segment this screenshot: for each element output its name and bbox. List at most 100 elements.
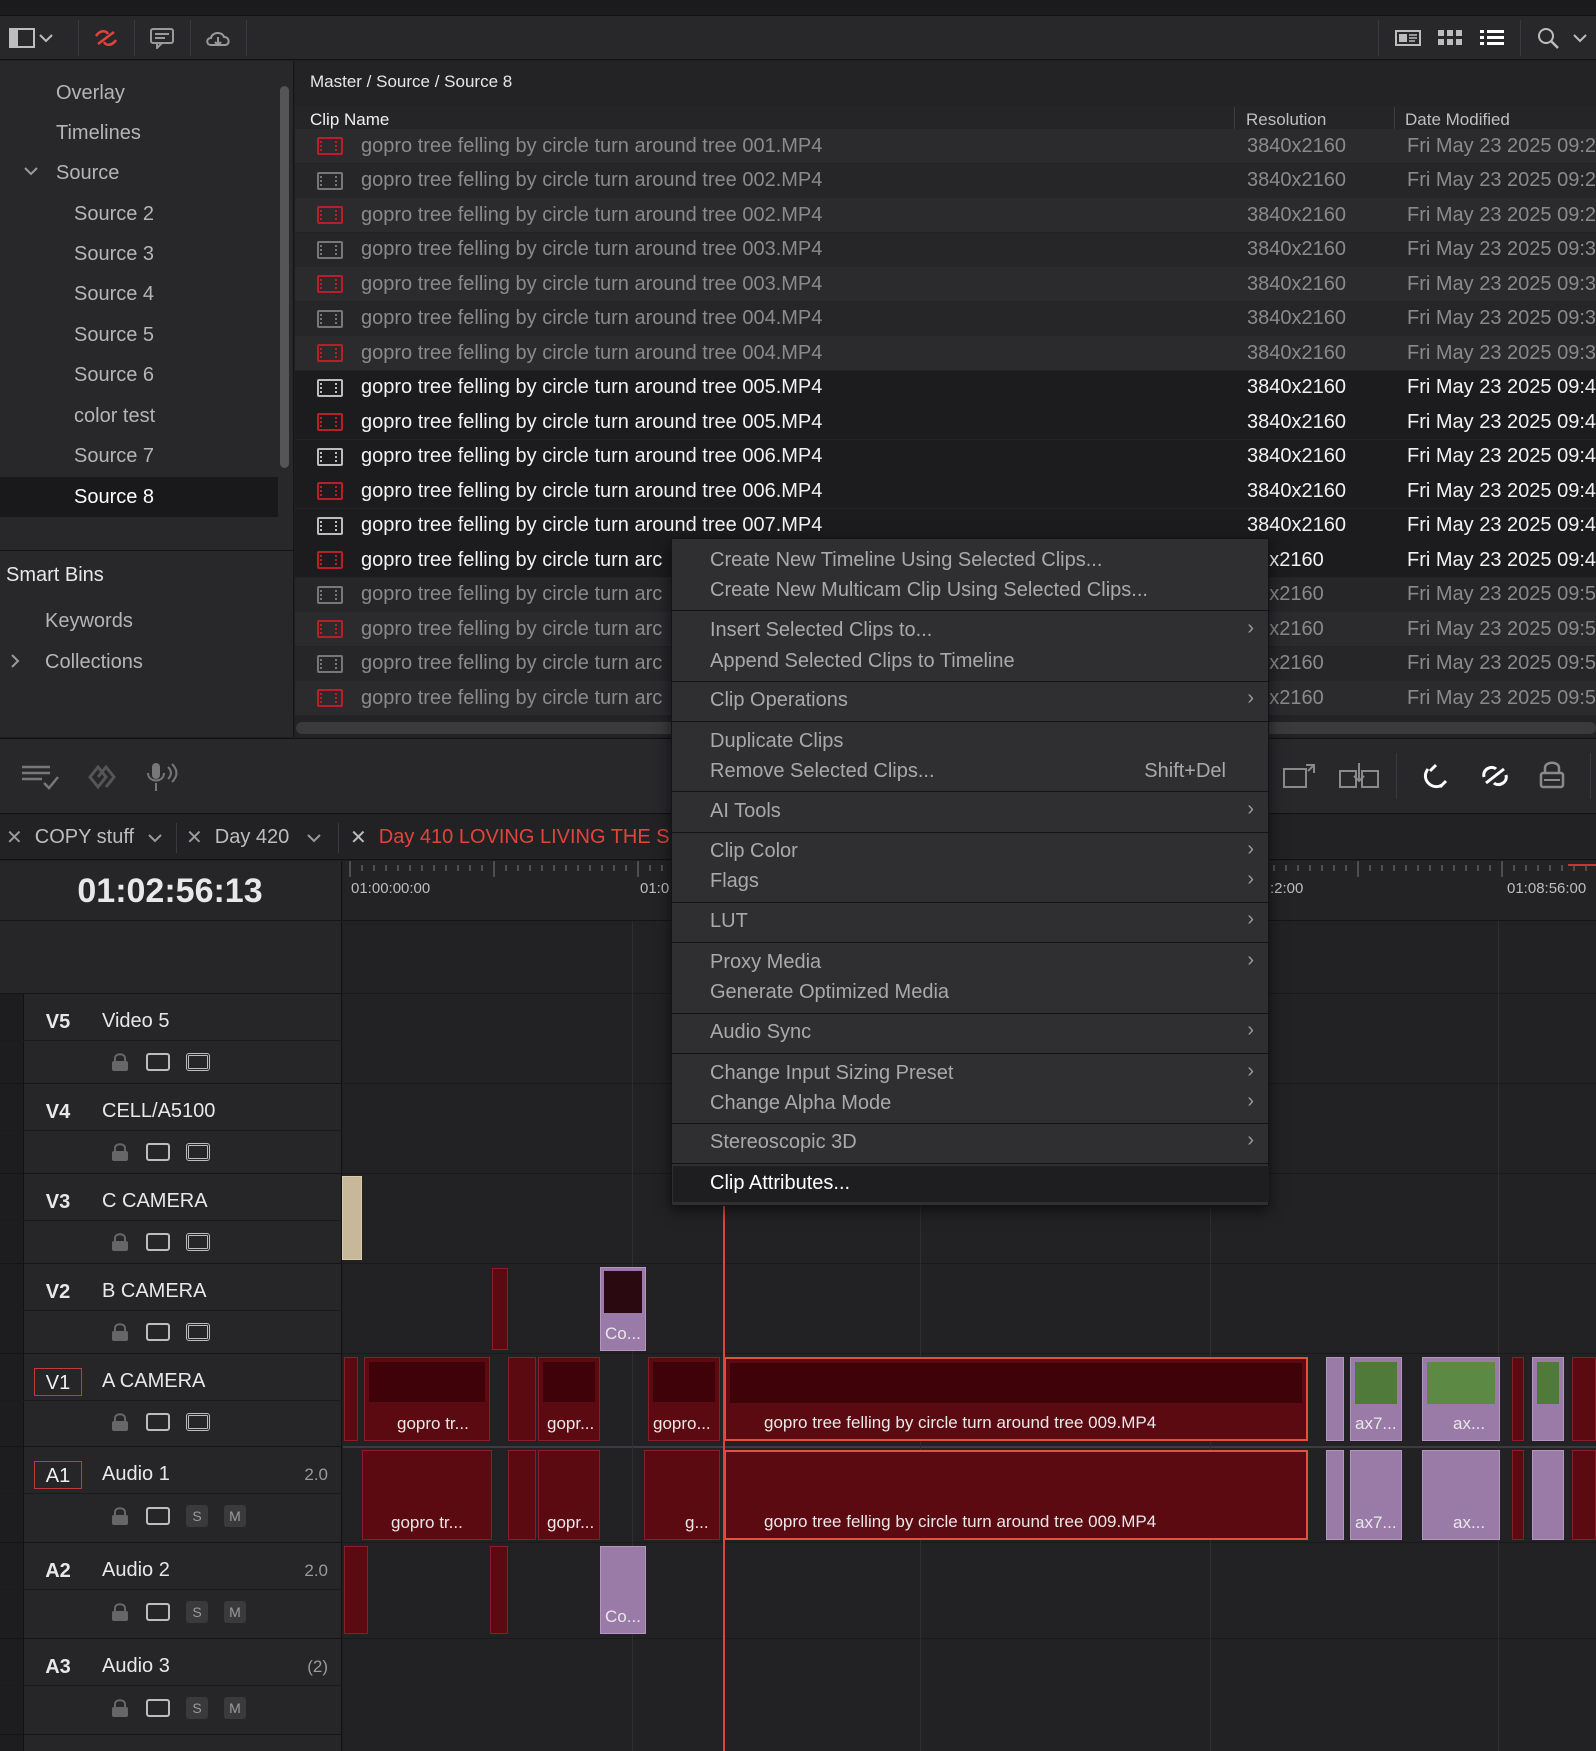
track-id[interactable]: V2 [34,1278,82,1306]
track-header-v1[interactable]: V1 A CAMERA [0,1353,342,1446]
track-name[interactable]: Audio 1 [102,1463,170,1486]
grid-view-button[interactable] [1428,22,1472,54]
snapping-button[interactable] [1422,761,1452,798]
timeline-clip-v2[interactable] [492,1268,508,1350]
overwrite-button[interactable] [1282,761,1318,798]
timeline-clip-v3[interactable] [342,1176,362,1260]
lock-icon[interactable] [110,1602,130,1622]
bin-item-source-8[interactable]: Source 8 [0,477,278,517]
timeline-clip-a1[interactable] [1532,1450,1564,1540]
close-icon[interactable]: ✕ [186,825,203,850]
lock-icon[interactable] [110,1142,130,1162]
bin-item-source-4[interactable]: Source 4 [74,274,154,314]
menu-item-stereoscopic-3d[interactable]: Stereoscopic 3D [710,1131,857,1154]
menu-item-clip-operations[interactable]: Clip Operations [710,689,848,712]
timeline-clip-a1-ax[interactable]: ax7... [1350,1450,1402,1540]
smart-bin-collections[interactable]: Collections [45,642,143,682]
timeline-timecode[interactable]: 01:02:56:13 [0,872,340,911]
timeline-clip-v1-ax[interactable]: ax... [1422,1357,1500,1441]
smart-bin-keywords[interactable]: Keywords [45,601,133,641]
track-id[interactable]: V3 [34,1188,82,1216]
menu-item-create-timeline[interactable]: Create New Timeline Using Selected Clips… [710,549,1102,572]
timeline-clip-v1[interactable] [1532,1357,1564,1441]
track-name[interactable]: CELL/A5100 [102,1100,215,1123]
timeline-clip-v1-selected[interactable]: gopro tree felling by circle turn around… [724,1357,1308,1441]
tab-day-410[interactable]: ✕ Day 410 LOVING LIVING THE SLC [350,815,695,860]
menu-item-append-to-timeline[interactable]: Append Selected Clips to Timeline [710,650,1015,673]
table-row[interactable]: gopro tree felling by circle turn around… [295,336,1596,370]
list-view-button[interactable] [1470,22,1514,54]
menu-item-remove-selected[interactable]: Remove Selected Clips... [710,760,935,783]
timeline-clip-v1[interactable] [1572,1357,1596,1441]
timeline-clip-v1-ax[interactable]: ax7... [1350,1357,1402,1441]
menu-item-input-sizing[interactable]: Change Input Sizing Preset [710,1062,954,1085]
solo-button[interactable]: S [186,1601,208,1623]
menu-item-audio-sync[interactable]: Audio Sync [710,1021,811,1044]
track-header-a3[interactable]: A3 Audio 3 (2) S M [0,1638,342,1734]
mute-button[interactable]: M [224,1601,246,1623]
timeline-clip-a1[interactable] [1326,1450,1344,1540]
column-header-clip-name[interactable]: Clip Name [310,110,389,130]
search-button[interactable] [1526,22,1570,54]
auto-select-icon[interactable] [146,1233,170,1251]
auto-select-icon[interactable] [146,1699,170,1717]
timeline-clip-a1[interactable]: g... [644,1450,720,1540]
menu-item-proxy-media[interactable]: Proxy Media [710,951,821,974]
comment-button[interactable] [140,22,184,54]
metadata-view-button[interactable] [1386,22,1430,54]
menu-item-alpha-mode[interactable]: Change Alpha Mode [710,1092,891,1115]
solo-button[interactable]: S [186,1505,208,1527]
tab-day-420[interactable]: ✕ Day 420 [186,815,321,860]
lock-icon[interactable] [110,1412,130,1432]
track-name[interactable]: B CAMERA [102,1280,206,1303]
film-strip-icon[interactable] [186,1323,210,1341]
keyframe-button[interactable] [80,763,120,796]
table-row[interactable]: gopro tree felling by circle turn around… [295,129,1596,163]
menu-item-flags[interactable]: Flags [710,870,759,893]
bin-scrollbar[interactable] [280,86,289,468]
bin-item-source[interactable]: Source [56,153,119,193]
bin-item-source-2[interactable]: Source 2 [74,194,154,234]
track-name[interactable]: Audio 3 [102,1655,170,1678]
table-row[interactable]: gopro tree felling by circle turn around… [295,232,1596,267]
cloud-sync-button[interactable] [196,22,240,54]
mute-button[interactable]: M [224,1697,246,1719]
auto-select-icon[interactable] [146,1507,170,1525]
chevron-right-icon[interactable] [10,654,20,673]
track-id[interactable]: A3 [34,1653,82,1681]
table-row[interactable]: gopro tree felling by circle turn around… [295,405,1596,439]
track-id[interactable]: V5 [34,1008,82,1036]
timeline-clip-a1[interactable] [1572,1450,1596,1540]
mute-button[interactable]: M [224,1505,246,1527]
link-toggle-button[interactable] [84,22,128,54]
timeline-clip-v1[interactable] [344,1357,358,1441]
position-lock-button[interactable] [1538,759,1566,796]
column-header-resolution[interactable]: Resolution [1246,110,1326,130]
lock-icon[interactable] [110,1322,130,1342]
chevron-down-icon[interactable] [148,826,162,849]
timeline-view-options-button[interactable] [20,763,60,796]
track-header-v4[interactable]: V4 CELL/A5100 [0,1083,342,1173]
timeline-clip-v1[interactable]: gopro tr... [364,1357,490,1441]
tab-copy-stuff[interactable]: ✕ COPY stuff [6,815,162,860]
solo-button[interactable]: S [186,1697,208,1719]
auto-select-icon[interactable] [146,1603,170,1621]
bin-item-color-test[interactable]: color test [74,396,155,436]
bin-item-overlay[interactable]: Overlay [56,73,125,113]
menu-item-lut[interactable]: LUT [710,910,748,933]
table-row[interactable]: gopro tree felling by circle turn around… [295,301,1596,336]
menu-item-clip-color[interactable]: Clip Color [710,840,798,863]
menu-item-generate-optimized[interactable]: Generate Optimized Media [710,981,949,1004]
lock-icon[interactable] [110,1052,130,1072]
menu-item-create-multicam[interactable]: Create New Multicam Clip Using Selected … [710,579,1148,602]
menu-item-ai-tools[interactable]: AI Tools [710,800,781,823]
bin-item-source-6[interactable]: Source 6 [74,355,154,395]
close-icon[interactable]: ✕ [350,825,367,850]
auto-select-icon[interactable] [146,1053,170,1071]
timeline-clip-a1[interactable] [1512,1450,1524,1540]
voiceover-button[interactable] [146,761,180,798]
track-id[interactable]: A1 [34,1461,82,1489]
panel-dropdown-button[interactable] [34,22,58,54]
close-icon[interactable]: ✕ [6,825,23,850]
film-strip-icon[interactable] [186,1143,210,1161]
